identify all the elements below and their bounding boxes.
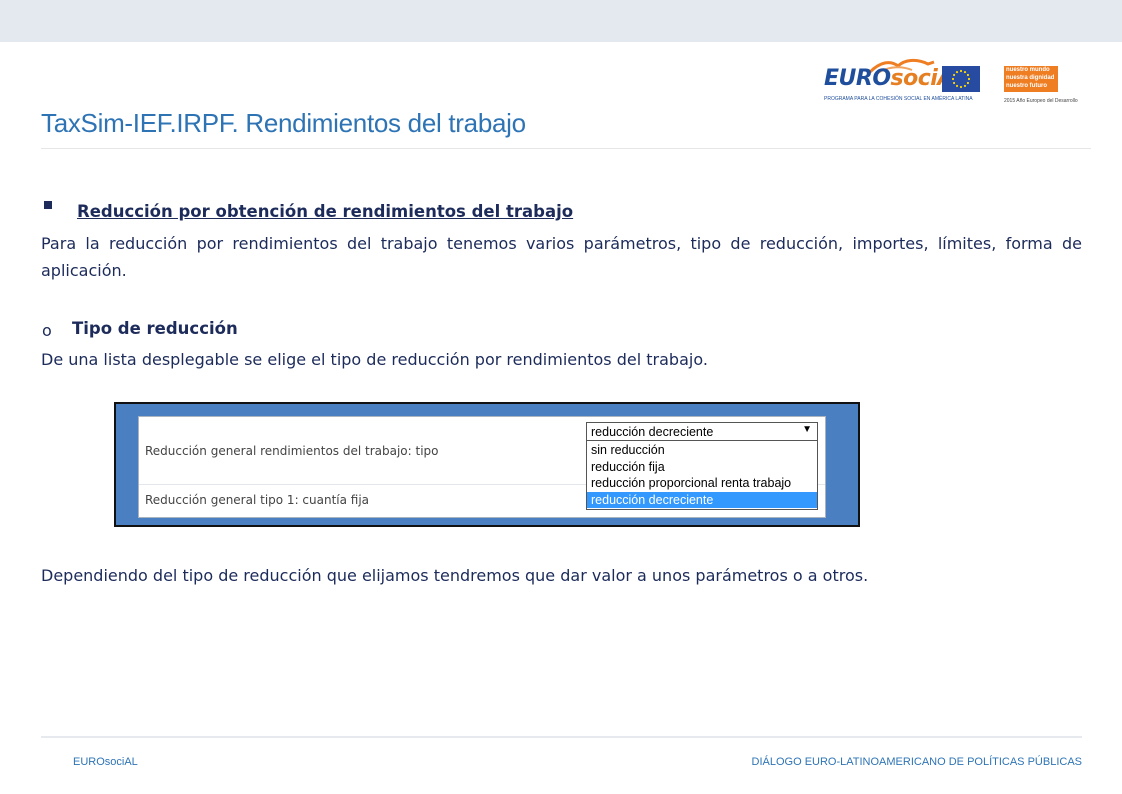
campaign-line-3: nuestro futuro: [1006, 83, 1047, 89]
option-reduccion-proporcional[interactable]: reducción proporcional renta trabajo: [587, 475, 817, 492]
eu-flag-icon: [942, 66, 980, 92]
eu-star-icon: [955, 70, 959, 74]
eu-star-icon: [952, 81, 956, 85]
dropdown-arrow-icon[interactable]: ▼: [802, 424, 812, 435]
campaign-line-2: nuestra dignidad: [1006, 75, 1055, 81]
embedded-screenshot: Reducción general rendimientos del traba…: [114, 402, 860, 527]
title-divider: [41, 148, 1091, 149]
eu-star-icon: [952, 73, 956, 77]
subsection-paragraph: De una lista desplegable se elige el tip…: [41, 350, 708, 369]
footer-brand: EUROsociAL: [73, 756, 138, 768]
campaign-line-1: nuestro mundo: [1006, 67, 1050, 73]
option-sin-reduccion[interactable]: sin reducción: [587, 442, 817, 459]
eu-stars-icon: [951, 69, 971, 89]
option-reduccion-fija[interactable]: reducción fija: [587, 459, 817, 476]
eu-star-icon: [963, 84, 967, 88]
logo-tagline: PROGRAMA PARA LA COHESIÓN SOCIAL EN AMÉR…: [824, 96, 973, 102]
reduction-type-select[interactable]: reducción decreciente ▼: [586, 422, 818, 441]
parameter-table: Reducción general rendimientos del traba…: [138, 416, 826, 518]
section-heading: Reducción por obtención de rendimientos …: [77, 202, 574, 221]
closing-paragraph: Dependiendo del tipo de reducción que el…: [41, 566, 869, 585]
eu-star-icon: [966, 73, 970, 77]
eu-star-icon: [959, 85, 963, 89]
footer-divider: [41, 736, 1082, 738]
reduction-type-options: sin reducción reducción fija reducción p…: [586, 441, 818, 510]
eu-star-icon: [967, 77, 971, 81]
campaign-badge: nuestro mundo nuestra dignidad nuestro f…: [1004, 66, 1058, 92]
eu-star-icon: [966, 81, 970, 85]
row-label-cuantia: Reducción general tipo 1: cuantía fija: [145, 493, 370, 507]
footer-tagline: DIÁLOGO EURO-LATINOAMERICANO DE POLÍTICA…: [751, 756, 1082, 768]
eurosocial-logo: EUROsociAL PROGRAMA PARA LA COHESIÓN SOC…: [820, 56, 1082, 108]
option-reduccion-decreciente[interactable]: reducción decreciente: [587, 491, 817, 508]
row-label-tipo: Reducción general rendimientos del traba…: [145, 444, 439, 458]
eu-star-icon: [963, 70, 967, 74]
eu-star-icon: [959, 69, 963, 73]
square-bullet-icon: [44, 201, 52, 209]
circle-bullet-icon: o: [42, 321, 52, 340]
page-title: TaxSim-IEF.IRPF. Rendimientos del trabaj…: [41, 108, 526, 138]
eu-star-icon: [955, 84, 959, 88]
eu-star-icon: [951, 77, 955, 81]
subsection-heading: Tipo de reducción: [72, 319, 238, 338]
select-value: reducción decreciente: [591, 425, 714, 439]
campaign-year: 2015 Año Europeo del Desarrollo: [1004, 98, 1078, 104]
top-bar: [0, 0, 1122, 42]
section-paragraph: Para la reducción por rendimientos del t…: [41, 234, 1082, 280]
